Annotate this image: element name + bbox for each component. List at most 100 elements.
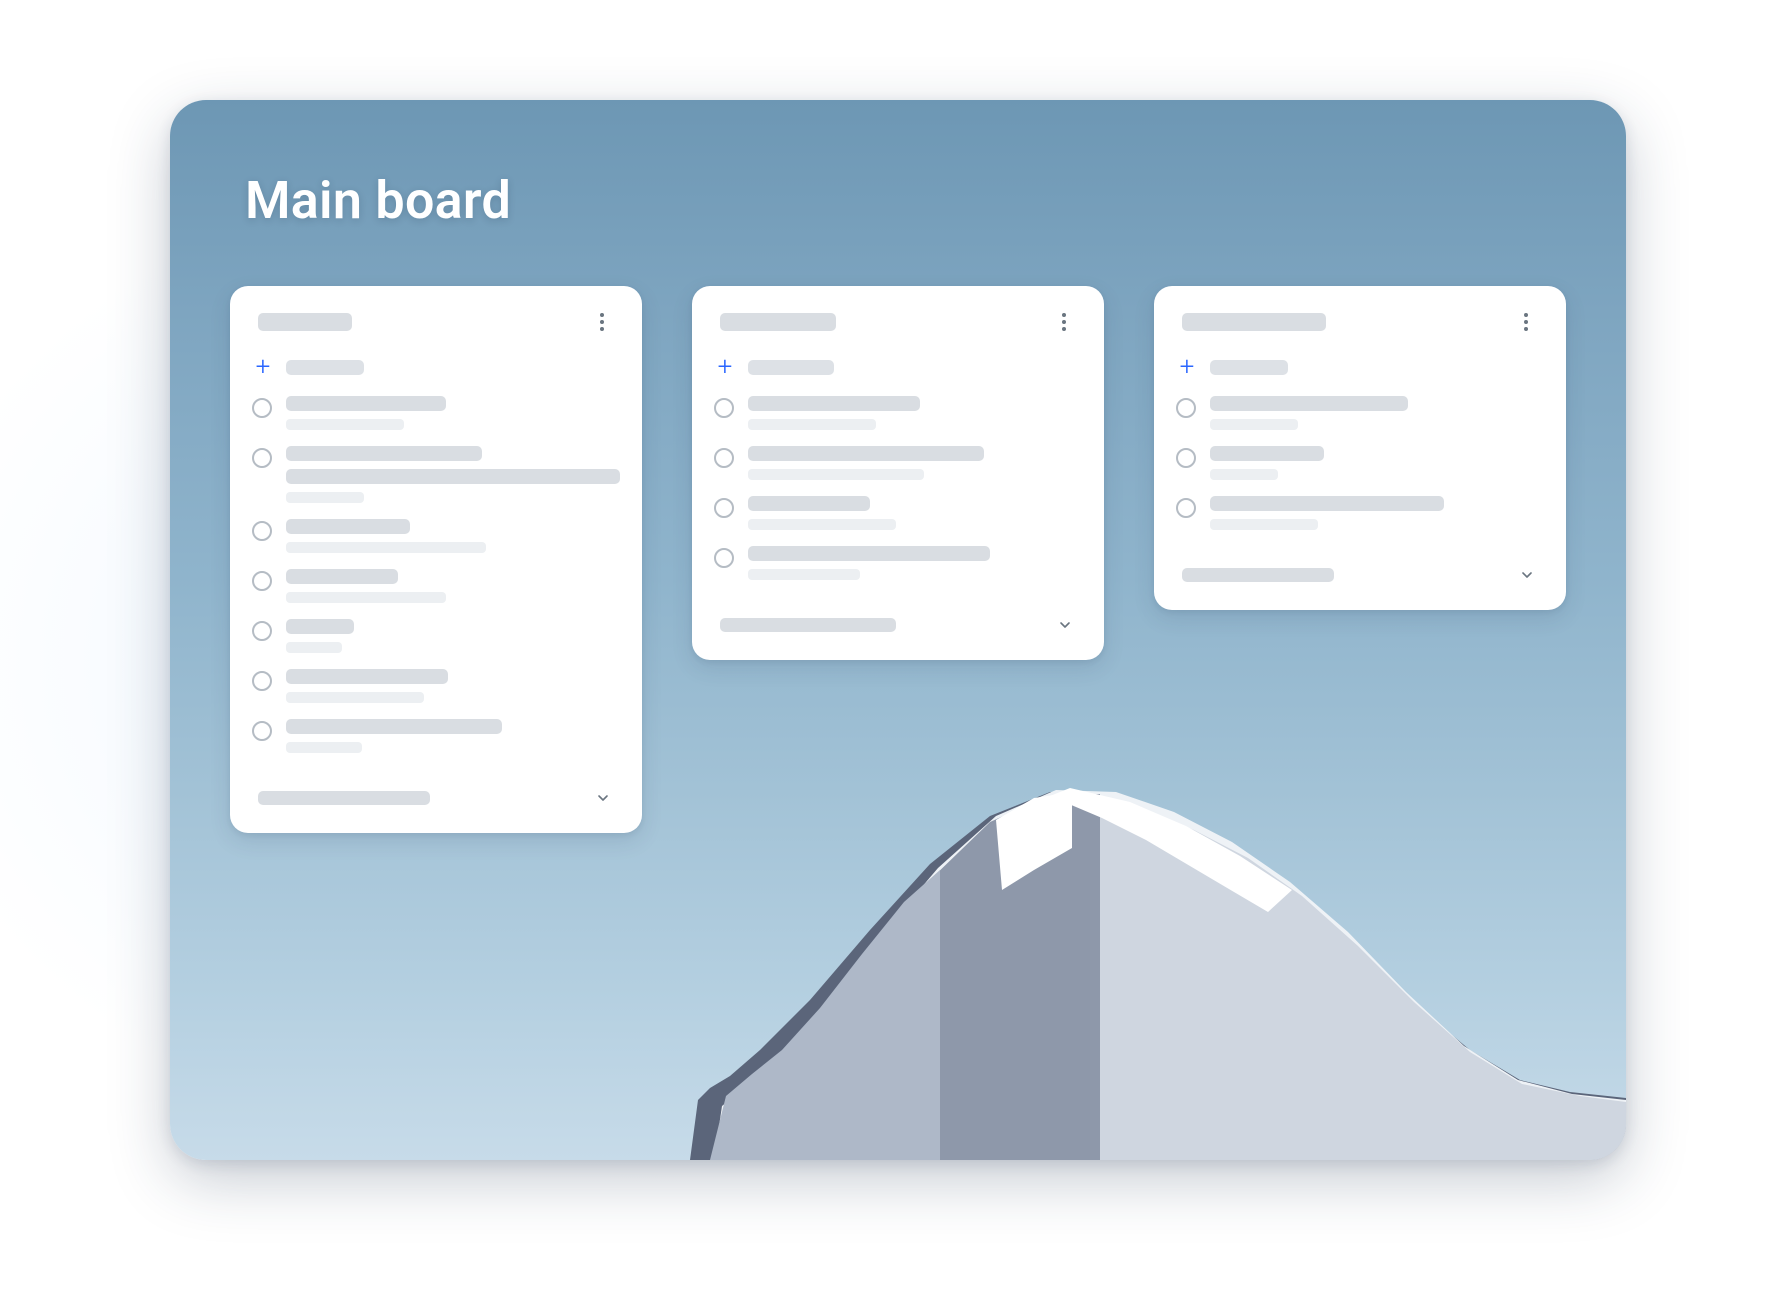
- task-row[interactable]: [714, 388, 1082, 438]
- list-menu-button[interactable]: [1512, 308, 1540, 336]
- text-placeholder: [286, 419, 404, 430]
- text-placeholder: [286, 742, 362, 753]
- text-placeholder: [748, 496, 870, 511]
- text-placeholder: [286, 396, 446, 411]
- more-vertical-icon: [1062, 313, 1066, 331]
- list-card: +: [230, 286, 642, 833]
- plus-icon: +: [1176, 356, 1198, 378]
- text-placeholder: [748, 546, 990, 561]
- add-task-placeholder: [286, 360, 364, 375]
- footer-placeholder: [258, 791, 430, 805]
- task-content: [286, 719, 618, 753]
- task-row[interactable]: [252, 388, 620, 438]
- task-content: [286, 669, 618, 703]
- task-content: [286, 619, 618, 653]
- task-row[interactable]: [252, 511, 620, 561]
- text-placeholder: [748, 519, 896, 530]
- list-title-placeholder[interactable]: [258, 313, 352, 331]
- task-content: [286, 519, 618, 553]
- task-content: [748, 546, 1080, 580]
- list-menu-button[interactable]: [588, 308, 616, 336]
- task-checkbox[interactable]: [252, 721, 272, 741]
- list-title-placeholder[interactable]: [720, 313, 836, 331]
- plus-icon: +: [714, 356, 736, 378]
- footer-placeholder: [1182, 568, 1334, 582]
- task-row[interactable]: [714, 538, 1082, 588]
- list-title-placeholder[interactable]: [1182, 313, 1326, 331]
- text-placeholder: [286, 619, 354, 634]
- more-vertical-icon: [600, 313, 604, 331]
- list-menu-button[interactable]: [1050, 308, 1078, 336]
- text-placeholder: [286, 469, 620, 484]
- task-row[interactable]: [252, 438, 620, 511]
- task-row[interactable]: [1176, 388, 1544, 438]
- text-placeholder: [286, 692, 424, 703]
- task-content: [1210, 496, 1542, 530]
- text-placeholder: [1210, 519, 1318, 530]
- list-card: +: [1154, 286, 1566, 610]
- list-footer[interactable]: [714, 588, 1082, 640]
- list-footer[interactable]: [1176, 538, 1544, 590]
- text-placeholder: [286, 719, 502, 734]
- task-content: [286, 396, 618, 430]
- task-checkbox[interactable]: [252, 621, 272, 641]
- task-content: [748, 496, 1080, 530]
- add-task-placeholder: [748, 360, 834, 375]
- text-placeholder: [748, 569, 860, 580]
- text-placeholder: [1210, 469, 1278, 480]
- task-row[interactable]: [252, 661, 620, 711]
- list-card: +: [692, 286, 1104, 660]
- task-checkbox[interactable]: [252, 671, 272, 691]
- text-placeholder: [748, 469, 924, 480]
- text-placeholder: [286, 569, 398, 584]
- task-content: [748, 396, 1080, 430]
- task-checkbox[interactable]: [1176, 448, 1196, 468]
- footer-placeholder: [720, 618, 896, 632]
- task-row[interactable]: [714, 438, 1082, 488]
- task-checkbox[interactable]: [1176, 498, 1196, 518]
- text-placeholder: [286, 642, 342, 653]
- add-task-row[interactable]: +: [714, 346, 1082, 388]
- chevron-down-icon: [1054, 614, 1076, 636]
- add-task-row[interactable]: +: [252, 346, 620, 388]
- task-checkbox[interactable]: [252, 571, 272, 591]
- lists-container: + + +: [230, 286, 1566, 833]
- list-footer[interactable]: [252, 761, 620, 813]
- task-content: [1210, 396, 1542, 430]
- list-header: [1176, 308, 1544, 346]
- plus-icon: +: [252, 356, 274, 378]
- text-placeholder: [286, 669, 448, 684]
- list-header: [714, 308, 1082, 346]
- task-content: [748, 446, 1080, 480]
- task-checkbox[interactable]: [714, 548, 734, 568]
- text-placeholder: [286, 542, 486, 553]
- task-checkbox[interactable]: [252, 398, 272, 418]
- text-placeholder: [1210, 396, 1408, 411]
- task-checkbox[interactable]: [714, 448, 734, 468]
- task-row[interactable]: [252, 711, 620, 761]
- task-row[interactable]: [714, 488, 1082, 538]
- task-row[interactable]: [252, 561, 620, 611]
- text-placeholder: [1210, 496, 1444, 511]
- board-title: Main board: [245, 170, 511, 231]
- text-placeholder: [1210, 419, 1298, 430]
- task-checkbox[interactable]: [252, 448, 272, 468]
- more-vertical-icon: [1524, 313, 1528, 331]
- text-placeholder: [1210, 446, 1324, 461]
- add-task-row[interactable]: +: [1176, 346, 1544, 388]
- text-placeholder: [748, 396, 920, 411]
- task-row[interactable]: [1176, 488, 1544, 538]
- chevron-down-icon: [1516, 564, 1538, 586]
- task-row[interactable]: [1176, 438, 1544, 488]
- task-checkbox[interactable]: [252, 521, 272, 541]
- text-placeholder: [286, 519, 410, 534]
- text-placeholder: [286, 446, 482, 461]
- task-checkbox[interactable]: [1176, 398, 1196, 418]
- task-checkbox[interactable]: [714, 398, 734, 418]
- task-checkbox[interactable]: [714, 498, 734, 518]
- text-placeholder: [286, 492, 364, 503]
- task-row[interactable]: [252, 611, 620, 661]
- chevron-down-icon: [592, 787, 614, 809]
- task-content: [286, 446, 620, 503]
- add-task-placeholder: [1210, 360, 1288, 375]
